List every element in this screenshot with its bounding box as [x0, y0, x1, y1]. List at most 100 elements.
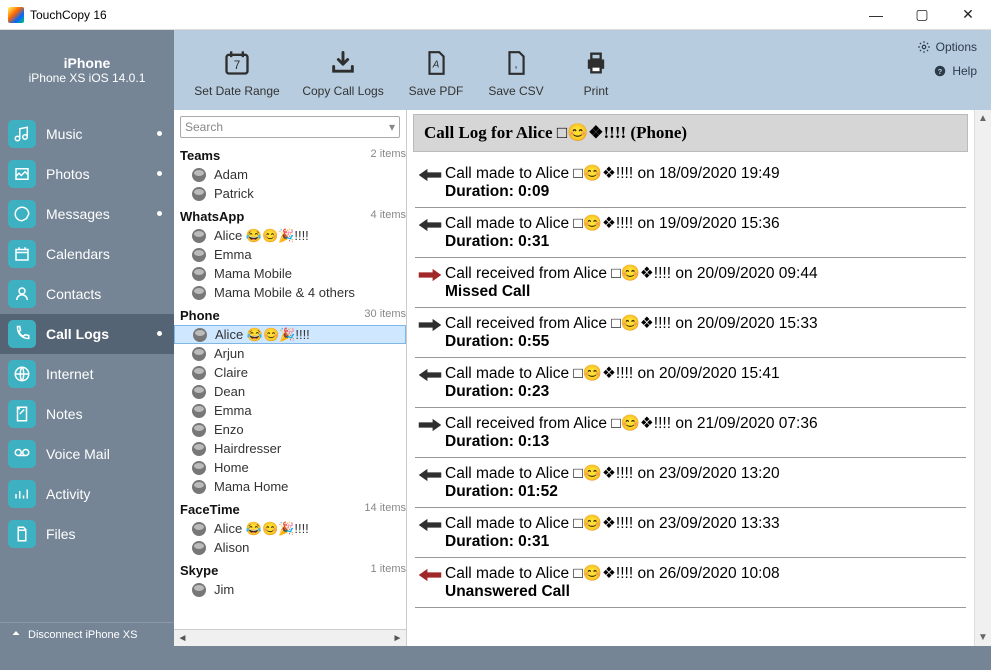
sidebar-item-music[interactable]: Music: [0, 114, 174, 154]
contact-group-header: WhatsApp4 items: [174, 203, 406, 226]
avatar-icon: [192, 168, 206, 182]
avatar-icon: [192, 267, 206, 281]
contact-name: Mama Home: [214, 479, 288, 494]
call-log-entry[interactable]: Call received from Alice □😊❖!!!! on 20/0…: [415, 308, 966, 358]
contact-item[interactable]: Mama Home: [174, 477, 406, 496]
sidebar-item-call-logs[interactable]: Call Logs: [0, 314, 174, 354]
call-summary: Call received from Alice □😊❖!!!! on 21/0…: [445, 414, 818, 433]
call-log-entry[interactable]: Call made to Alice □😊❖!!!! on 23/09/2020…: [415, 508, 966, 558]
device-pane: iPhone iPhone XS iOS 14.0.1: [0, 30, 174, 110]
avatar-icon: [192, 522, 206, 536]
sidebar-item-calendars[interactable]: Calendars: [0, 234, 174, 274]
contact-item[interactable]: Claire: [174, 363, 406, 382]
contact-name: Jim: [214, 582, 234, 597]
help-link[interactable]: ? Help: [917, 64, 977, 78]
contact-name: Emma: [214, 247, 252, 262]
save-csv-button[interactable]: , Save CSV: [476, 42, 556, 98]
contact-item[interactable]: Adam: [174, 165, 406, 184]
scroll-up-icon[interactable]: ▲: [975, 110, 991, 127]
sidebar-item-label: Files: [46, 526, 76, 542]
search-input[interactable]: Search ▾: [180, 116, 400, 138]
sidebar-item-photos[interactable]: Photos: [0, 154, 174, 194]
group-count: 1 items: [371, 563, 406, 575]
horizontal-scrollbar[interactable]: ◄ ►: [174, 629, 406, 646]
contact-list[interactable]: Teams2 itemsAdamPatrickWhatsApp4 itemsAl…: [174, 142, 406, 629]
contact-item[interactable]: Alice 😂😊🎉!!!!: [174, 226, 406, 245]
log-panel: Call Log for Alice □😊❖!!!! (Phone) Call …: [407, 110, 991, 646]
contact-item[interactable]: Arjun: [174, 344, 406, 363]
save-pdf-button[interactable]: A Save PDF: [396, 42, 476, 98]
call-detail: Duration: 0:23: [445, 383, 780, 401]
copy-call-logs-button[interactable]: Copy Call Logs: [290, 42, 396, 98]
contact-name: Alice 😂😊🎉!!!!: [215, 327, 310, 343]
contact-item[interactable]: Emma: [174, 401, 406, 420]
sidebar-item-internet[interactable]: Internet: [0, 354, 174, 394]
contact-item[interactable]: Mama Mobile & 4 others: [174, 283, 406, 302]
contact-item[interactable]: Hairdresser: [174, 439, 406, 458]
maximize-button[interactable]: ▢: [899, 0, 945, 30]
internet-icon: [8, 360, 36, 388]
scroll-down-icon[interactable]: ▼: [975, 629, 991, 646]
avatar-icon: [192, 423, 206, 437]
title-bar: TouchCopy 16 — ▢ ✕: [0, 0, 991, 30]
avatar-icon: [193, 328, 207, 342]
call-log-entry[interactable]: Call made to Alice □😊❖!!!! on 23/09/2020…: [415, 458, 966, 508]
voice-mail-icon: [8, 440, 36, 468]
set-date-range-button[interactable]: 7 Set Date Range: [184, 42, 290, 98]
sidebar-item-voice-mail[interactable]: Voice Mail: [0, 434, 174, 474]
contact-name: Mama Mobile: [214, 266, 292, 281]
contact-group-header: Skype1 items: [174, 557, 406, 580]
call-summary: Call made to Alice □😊❖!!!! on 20/09/2020…: [445, 364, 780, 383]
avatar-icon: [192, 480, 206, 494]
sidebar-item-contacts[interactable]: Contacts: [0, 274, 174, 314]
scroll-left-icon[interactable]: ◄: [174, 633, 191, 644]
options-link[interactable]: Options: [917, 40, 977, 54]
unread-dot-icon: [157, 331, 162, 336]
contact-item[interactable]: Patrick: [174, 184, 406, 203]
eject-icon: [10, 629, 22, 641]
avatar-icon: [192, 583, 206, 597]
activity-icon: [8, 480, 36, 508]
unread-dot-icon: [157, 171, 162, 176]
contact-name: Alice 😂😊🎉!!!!: [214, 521, 309, 537]
contact-item[interactable]: Alison: [174, 538, 406, 557]
sidebar-item-label: Call Logs: [46, 326, 109, 342]
vertical-scrollbar[interactable]: ▲ ▼: [974, 110, 991, 646]
call-log-entry[interactable]: Call received from Alice □😊❖!!!! on 20/0…: [415, 258, 966, 308]
status-bar: [0, 646, 991, 670]
disconnect-button[interactable]: Disconnect iPhone XS: [0, 622, 174, 646]
sidebar-item-label: Notes: [46, 406, 83, 422]
sidebar-item-label: Internet: [46, 366, 93, 382]
close-button[interactable]: ✕: [945, 0, 991, 30]
sidebar-item-messages[interactable]: Messages: [0, 194, 174, 234]
contact-item[interactable]: Mama Mobile: [174, 264, 406, 283]
contact-item[interactable]: Emma: [174, 245, 406, 264]
call-log-entry[interactable]: Call made to Alice □😊❖!!!! on 18/09/2020…: [415, 158, 966, 208]
contact-item[interactable]: Dean: [174, 382, 406, 401]
sidebar-item-notes[interactable]: Notes: [0, 394, 174, 434]
call-detail: Duration: 0:13: [445, 433, 818, 451]
contact-item[interactable]: Home: [174, 458, 406, 477]
sidebar-item-label: Music: [46, 126, 83, 142]
call-log-entry[interactable]: Call made to Alice □😊❖!!!! on 20/09/2020…: [415, 358, 966, 408]
calendars-icon: [8, 240, 36, 268]
call-log-entry[interactable]: Call received from Alice □😊❖!!!! on 21/0…: [415, 408, 966, 458]
contact-group-header: Phone30 items: [174, 302, 406, 325]
minimize-button[interactable]: —: [853, 0, 899, 30]
sidebar: Music PhotosMessagesCalendarsContacts Call…: [0, 110, 174, 646]
sidebar-item-files[interactable]: Files: [0, 514, 174, 554]
call-log-entry[interactable]: Call made to Alice □😊❖!!!! on 19/09/2020…: [415, 208, 966, 258]
contact-item[interactable]: Alice 😂😊🎉!!!!: [174, 519, 406, 538]
call-logs-icon: [8, 320, 36, 348]
contact-item[interactable]: Enzo: [174, 420, 406, 439]
group-count: 30 items: [364, 308, 406, 320]
print-button[interactable]: Print: [556, 42, 636, 98]
notes-icon: [8, 400, 36, 428]
sidebar-item-activity[interactable]: Activity: [0, 474, 174, 514]
call-summary: Call made to Alice □😊❖!!!! on 23/09/2020…: [445, 464, 780, 483]
contact-item[interactable]: Jim: [174, 580, 406, 599]
call-log-entry[interactable]: Call made to Alice □😊❖!!!! on 26/09/2020…: [415, 558, 966, 608]
contact-item[interactable]: Alice 😂😊🎉!!!!: [174, 325, 406, 344]
incoming-arrow-icon: [415, 264, 445, 284]
scroll-right-icon[interactable]: ►: [389, 633, 406, 644]
